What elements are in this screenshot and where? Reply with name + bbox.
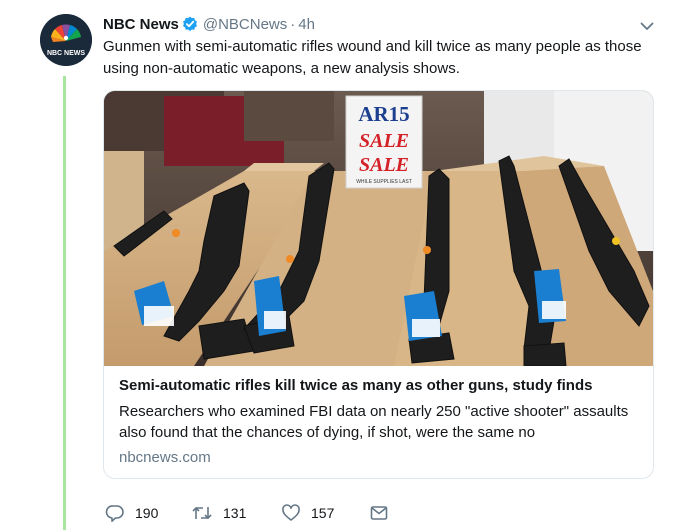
retweet-icon (192, 507, 212, 519)
sign-sale-text-2: SALE (359, 154, 409, 176)
timestamp[interactable]: 4h (298, 16, 315, 33)
tweet-text: Gunmen with semi-automatic rifles wound … (103, 38, 642, 77)
card-description: Researchers who examined FBI data on nea… (119, 403, 629, 441)
reply-icon (105, 505, 124, 522)
verified-icon (182, 16, 197, 31)
card-body: Semi-automatic rifles kill twice as many… (119, 375, 639, 466)
sign-ar15-text: AR15 (358, 102, 409, 126)
link-card[interactable]: AR15 SALE SALE WHILE SUPPLIES LAST Semi-… (103, 90, 654, 479)
like-icon (282, 504, 300, 521)
direct-message-icon (370, 506, 388, 520)
card-domain: nbcnews.com (119, 449, 211, 466)
chevron-down-icon[interactable] (638, 17, 656, 35)
nbc-peacock-icon: NBC NEWS (40, 14, 92, 66)
separator-dot: · (290, 15, 296, 33)
retweet-button[interactable]: 131 (191, 503, 246, 523)
display-name[interactable]: NBC News (103, 16, 179, 33)
sale-sign: AR15 SALE SALE WHILE SUPPLIES LAST (345, 95, 423, 189)
card-title: Semi-automatic rifles kill twice as many… (119, 377, 593, 394)
like-count: 157 (311, 505, 335, 521)
like-button[interactable]: 157 (281, 503, 334, 523)
sign-sale-text-1: SALE (359, 130, 409, 152)
handle[interactable]: @NBCNews (203, 16, 287, 33)
sign-supplies-text: WHILE SUPPLIES LAST (356, 179, 412, 185)
tweet-header: NBC News @NBCNews · 4h (103, 14, 315, 34)
card-image[interactable]: AR15 SALE SALE WHILE SUPPLIES LAST (104, 91, 653, 366)
retweet-count: 131 (223, 505, 247, 521)
avatar[interactable]: NBC NEWS (40, 14, 92, 66)
reply-button[interactable]: 190 (105, 503, 158, 523)
thread-line (63, 76, 66, 530)
avatar-label: NBC NEWS (47, 50, 85, 57)
direct-message-button[interactable] (369, 503, 389, 523)
reply-count: 190 (135, 505, 159, 521)
